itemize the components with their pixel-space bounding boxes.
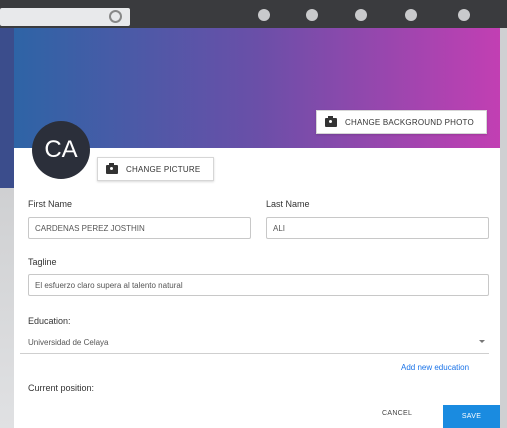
change-background-photo-button[interactable]: CHANGE BACKGROUND PHOTO: [316, 110, 487, 134]
search-icon[interactable]: [109, 10, 122, 23]
avatar-initials: CA: [44, 136, 78, 163]
app-topbar: [0, 0, 507, 28]
education-select[interactable]: Universidad de Celaya: [20, 331, 489, 354]
last-name-label: Last Name: [266, 199, 310, 209]
first-name-label: First Name: [28, 199, 73, 209]
search-input[interactable]: [0, 8, 130, 26]
check-icon[interactable]: [405, 9, 417, 21]
cancel-button[interactable]: CANCEL: [382, 410, 412, 417]
education-label: Education:: [28, 316, 71, 326]
first-name-field[interactable]: CARDENAS PEREZ JOSTHIN: [28, 217, 251, 239]
save-button[interactable]: SAVE: [443, 405, 500, 428]
last-name-field[interactable]: ALI: [266, 217, 489, 239]
avatar: CA: [32, 121, 90, 179]
background-page-left: [0, 28, 14, 428]
add-education-link[interactable]: Add new education: [401, 363, 469, 372]
tagline-field[interactable]: El esfuerzo claro supera al talento natu…: [28, 274, 489, 296]
chevron-down-icon: [479, 340, 485, 343]
background-page-right: [500, 28, 507, 428]
home-icon[interactable]: [258, 9, 270, 21]
change-picture-label: CHANGE PICTURE: [126, 164, 201, 174]
camera-icon: [325, 115, 337, 127]
education-value: Universidad de Celaya: [28, 337, 109, 347]
current-position-label: Current position:: [28, 383, 95, 393]
camera-icon: [106, 162, 118, 174]
notifications-icon[interactable]: [458, 9, 470, 21]
change-background-label: CHANGE BACKGROUND PHOTO: [345, 117, 474, 127]
tagline-label: Tagline: [28, 257, 57, 267]
change-picture-button[interactable]: CHANGE PICTURE: [97, 157, 214, 181]
jobs-icon[interactable]: [355, 9, 367, 21]
explore-icon[interactable]: [306, 9, 318, 21]
edit-profile-modal: CHANGE BACKGROUND PHOTO CA CHANGE PICTUR…: [14, 28, 500, 428]
